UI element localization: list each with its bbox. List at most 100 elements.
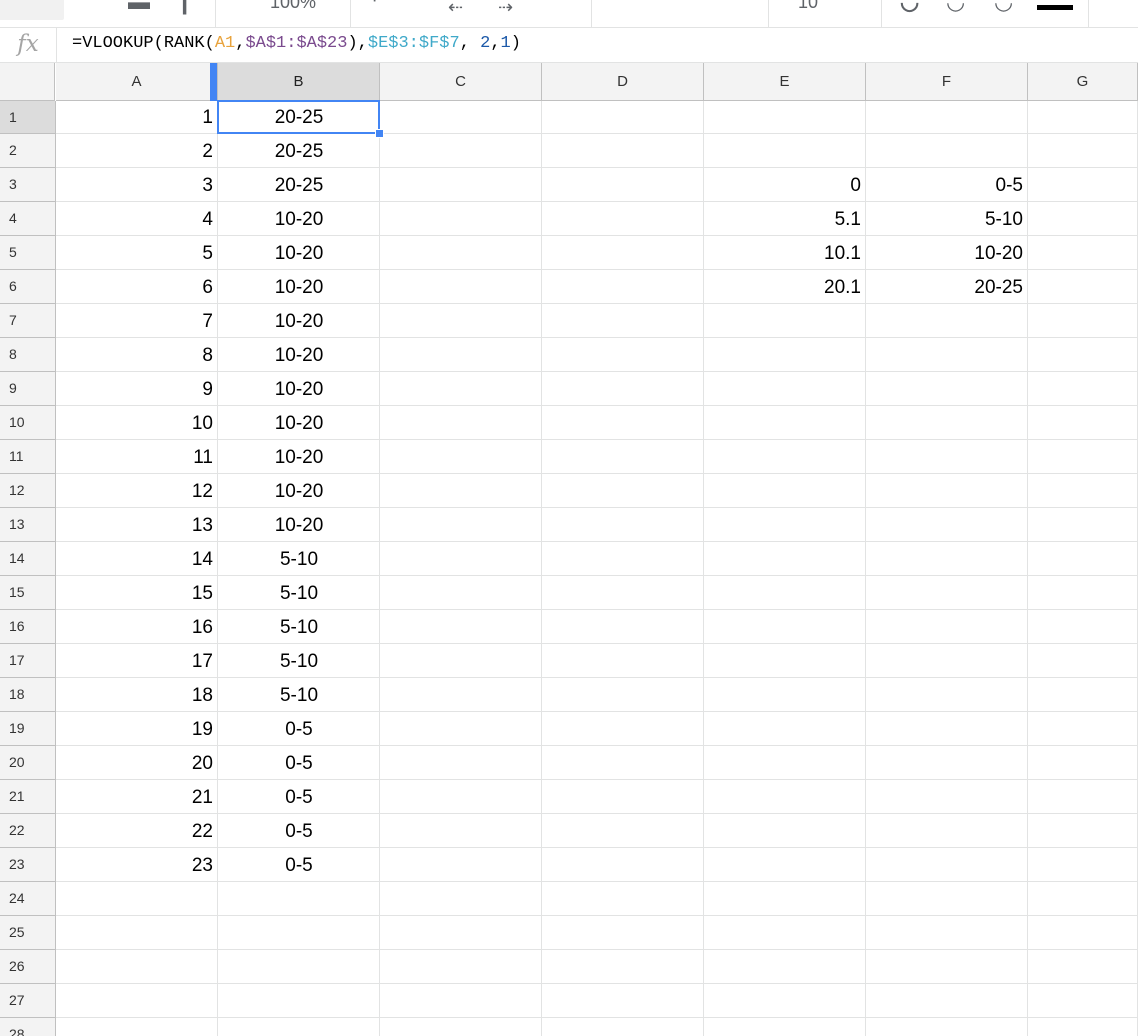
bold-icon[interactable]: ◡ xyxy=(900,0,919,13)
row-header-22[interactable]: 22 xyxy=(0,814,56,848)
paint-format-icon[interactable]: ┃ xyxy=(178,0,191,13)
row-header-19[interactable]: 19 xyxy=(0,712,56,746)
cell-a20[interactable]: 20 xyxy=(56,746,218,780)
cell-b7[interactable]: 10-20 xyxy=(218,304,380,338)
cell-a8[interactable]: 8 xyxy=(56,338,218,372)
row-header-11[interactable]: 11 xyxy=(0,440,56,474)
column-resize-handle[interactable] xyxy=(210,63,217,101)
cell-b12[interactable]: 10-20 xyxy=(218,474,380,508)
cell-a1[interactable]: 1 xyxy=(56,101,218,134)
row-header-16[interactable]: 16 xyxy=(0,610,56,644)
cell-b23[interactable]: 0-5 xyxy=(218,848,380,882)
cell-b2[interactable]: 20-25 xyxy=(218,134,380,168)
row-header-8[interactable]: 8 xyxy=(0,338,56,372)
row-header-5[interactable]: 5 xyxy=(0,236,56,270)
menu-tab[interactable] xyxy=(0,0,64,20)
cell-a23[interactable]: 23 xyxy=(56,848,218,882)
row-header-17[interactable]: 17 xyxy=(0,644,56,678)
cell-a7[interactable]: 7 xyxy=(56,304,218,338)
cell-b3[interactable]: 20-25 xyxy=(218,168,380,202)
row-header-15[interactable]: 15 xyxy=(0,576,56,610)
cell-f6[interactable]: 20-25 xyxy=(866,270,1028,304)
increase-decimal-icon[interactable]: ⇢ xyxy=(498,0,513,18)
row-header-27[interactable]: 27 xyxy=(0,984,56,1018)
cell-f4[interactable]: 5-10 xyxy=(866,202,1028,236)
row-header-2[interactable]: 2 xyxy=(0,134,56,168)
cell-a17[interactable]: 17 xyxy=(56,644,218,678)
row-header-18[interactable]: 18 xyxy=(0,678,56,712)
cell-a19[interactable]: 19 xyxy=(56,712,218,746)
fill-handle[interactable] xyxy=(375,129,384,138)
row-header-25[interactable]: 25 xyxy=(0,916,56,950)
cell-a6[interactable]: 6 xyxy=(56,270,218,304)
cell-b21[interactable]: 0-5 xyxy=(218,780,380,814)
row-header-21[interactable]: 21 xyxy=(0,780,56,814)
row-header-7[interactable]: 7 xyxy=(0,304,56,338)
cell-b20[interactable]: 0-5 xyxy=(218,746,380,780)
italic-icon[interactable]: ◡ xyxy=(946,0,965,13)
cell-e6[interactable]: 20.1 xyxy=(704,270,866,304)
cell-b8[interactable]: 10-20 xyxy=(218,338,380,372)
text-color-icon[interactable] xyxy=(1037,5,1073,10)
column-header-d[interactable]: D xyxy=(542,63,704,101)
row-header-3[interactable]: 3 xyxy=(0,168,56,202)
cell-b4[interactable]: 10-20 xyxy=(218,202,380,236)
cell-b5[interactable]: 10-20 xyxy=(218,236,380,270)
row-header-28[interactable]: 28 xyxy=(0,1018,56,1036)
row-header-10[interactable]: 10 xyxy=(0,406,56,440)
cell-a14[interactable]: 14 xyxy=(56,542,218,576)
cell-a10[interactable]: 10 xyxy=(56,406,218,440)
row-header-13[interactable]: 13 xyxy=(0,508,56,542)
row-header-6[interactable]: 6 xyxy=(0,270,56,304)
cell-a11[interactable]: 11 xyxy=(56,440,218,474)
cell-b18[interactable]: 5-10 xyxy=(218,678,380,712)
cell-b9[interactable]: 10-20 xyxy=(218,372,380,406)
column-header-b[interactable]: B xyxy=(218,63,380,101)
cell-a12[interactable]: 12 xyxy=(56,474,218,508)
row-header-1[interactable]: 1 xyxy=(0,101,56,134)
row-header-23[interactable]: 23 xyxy=(0,848,56,882)
cell-a3[interactable]: 3 xyxy=(56,168,218,202)
cell-e3[interactable]: 0 xyxy=(704,168,866,202)
cell-b14[interactable]: 5-10 xyxy=(218,542,380,576)
font-size-select[interactable]: 10 xyxy=(798,0,818,13)
cell-e4[interactable]: 5.1 xyxy=(704,202,866,236)
cell-b1[interactable]: 20-25 xyxy=(218,101,380,134)
cell-a9[interactable]: 9 xyxy=(56,372,218,406)
column-header-e[interactable]: E xyxy=(704,63,866,101)
column-header-g[interactable]: G xyxy=(1028,63,1138,101)
currency-icon[interactable]: ╵ xyxy=(368,0,381,13)
row-header-20[interactable]: 20 xyxy=(0,746,56,780)
cell-a4[interactable]: 4 xyxy=(56,202,218,236)
column-header-c[interactable]: C xyxy=(380,63,542,101)
row-header-12[interactable]: 12 xyxy=(0,474,56,508)
cell-b13[interactable]: 10-20 xyxy=(218,508,380,542)
column-header-f[interactable]: F xyxy=(866,63,1028,101)
row-header-4[interactable]: 4 xyxy=(0,202,56,236)
zoom-select[interactable]: 100% xyxy=(270,0,316,13)
row-header-14[interactable]: 14 xyxy=(0,542,56,576)
cell-a5[interactable]: 5 xyxy=(56,236,218,270)
cell-a2[interactable]: 2 xyxy=(56,134,218,168)
row-header-24[interactable]: 24 xyxy=(0,882,56,916)
cell-b6[interactable]: 10-20 xyxy=(218,270,380,304)
cell-b19[interactable]: 0-5 xyxy=(218,712,380,746)
column-header-a[interactable]: A xyxy=(56,63,218,101)
cell-a21[interactable]: 21 xyxy=(56,780,218,814)
cell-a22[interactable]: 22 xyxy=(56,814,218,848)
cell-a13[interactable]: 13 xyxy=(56,508,218,542)
cell-f5[interactable]: 10-20 xyxy=(866,236,1028,270)
cell-b10[interactable]: 10-20 xyxy=(218,406,380,440)
select-all-corner[interactable] xyxy=(0,63,55,101)
decrease-decimal-icon[interactable]: ⇠ xyxy=(448,0,463,18)
cell-e5[interactable]: 10.1 xyxy=(704,236,866,270)
cell-a15[interactable]: 15 xyxy=(56,576,218,610)
cell-b22[interactable]: 0-5 xyxy=(218,814,380,848)
cell-b11[interactable]: 10-20 xyxy=(218,440,380,474)
cell-a18[interactable]: 18 xyxy=(56,678,218,712)
row-header-26[interactable]: 26 xyxy=(0,950,56,984)
cell-b17[interactable]: 5-10 xyxy=(218,644,380,678)
cell-b15[interactable]: 5-10 xyxy=(218,576,380,610)
row-header-9[interactable]: 9 xyxy=(0,372,56,406)
strikethrough-icon[interactable]: ◡ xyxy=(994,0,1013,13)
